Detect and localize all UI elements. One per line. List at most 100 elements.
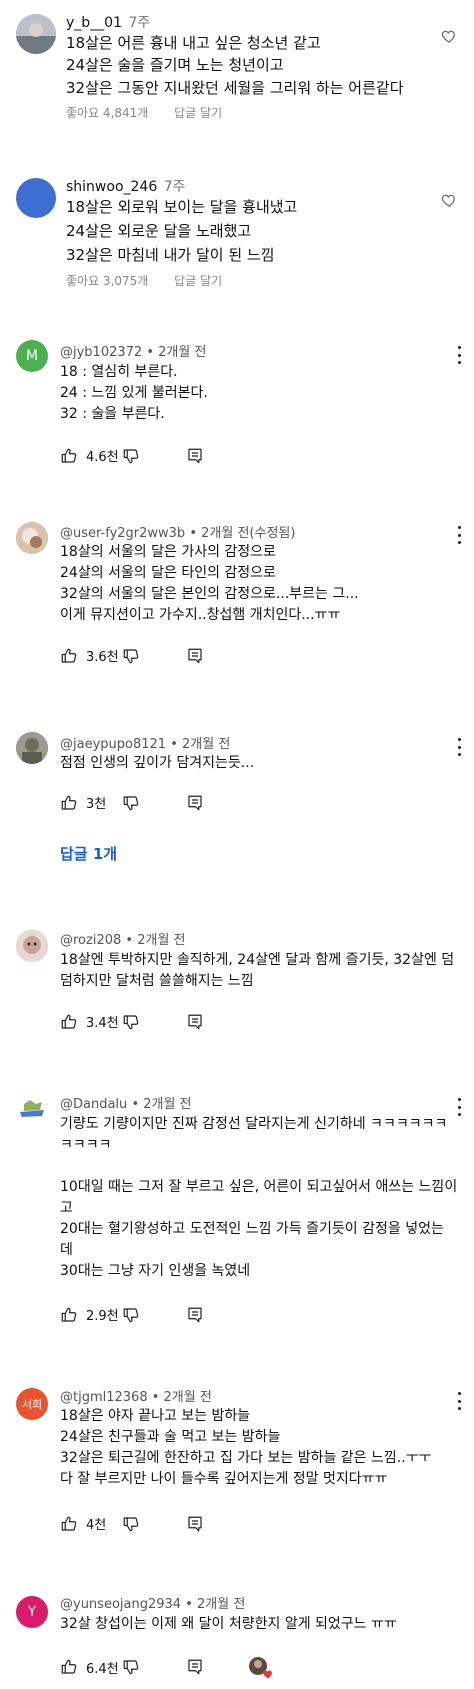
comment-header: @rozi208 • 2개월 전 — [60, 929, 186, 948]
avatar-letter: Y — [27, 1604, 37, 1620]
reply-icon[interactable] — [186, 794, 204, 812]
avatar-photo — [16, 1092, 48, 1124]
heart-icon[interactable] — [441, 28, 457, 44]
thumbs-up-icon[interactable] — [60, 1306, 78, 1324]
avatar[interactable] — [16, 930, 48, 962]
comment-actions: 4천 — [60, 1514, 204, 1533]
comment-handle[interactable]: @rozi208 — [60, 933, 121, 948]
comment-line: 24살은 친구들과 술 먹고 보는 밤하늘 — [60, 1429, 281, 1445]
avatar[interactable] — [16, 178, 56, 218]
comment-handle[interactable]: @jyb102372 — [60, 345, 142, 360]
reply-button[interactable]: 답글 달기 — [174, 106, 222, 120]
comment-line: 10대일 때는 그저 잘 부르고 싶은, 어른이 되고싶어서 애쓰는 느낌이 — [60, 1179, 458, 1195]
thumbs-down-icon[interactable] — [122, 794, 140, 812]
comment-header: @user-fy2gr2ww3b • 2개월 전(수정됨) — [60, 522, 295, 541]
comment-actions: 6.4천 — [60, 1656, 272, 1679]
more-options-icon[interactable] — [456, 346, 462, 364]
more-options-icon[interactable] — [456, 1098, 462, 1116]
comment-line: 24살은 외로운 달을 노래했고 — [66, 222, 252, 240]
comment-actions: 4.6천 — [60, 446, 204, 465]
comment-line: 덤하지만 달처럼 쓸쓸해지는 느낌 — [60, 973, 254, 989]
comment-actions: 2.9천 — [60, 1305, 204, 1324]
reply-icon[interactable] — [186, 647, 204, 665]
comment-line: 32살의 서울의 달은 본인의 감정으로...부르는 그... — [60, 586, 359, 602]
reply-icon[interactable] — [186, 1515, 204, 1533]
comment-handle[interactable]: @user-fy2gr2ww3b — [60, 526, 185, 541]
comment-header: @yunseojang2934 • 2개월 전 — [60, 1593, 245, 1612]
username[interactable]: y_b__01 — [66, 15, 122, 31]
comment-handle[interactable]: @jaeypupo8121 — [60, 737, 166, 752]
view-replies-button[interactable]: 답글 1개 — [60, 843, 117, 864]
comment-time: • 2개월 전(수정됨) — [189, 526, 296, 541]
comment-handle[interactable]: @Dandalu — [60, 1097, 127, 1112]
reply-icon[interactable] — [186, 1658, 204, 1676]
thumbs-down-icon[interactable] — [122, 1306, 140, 1324]
comment-username[interactable]: y_b__01 7주 — [66, 12, 150, 32]
like-count: 3.6천 — [86, 650, 119, 665]
like-count: 3천 — [86, 797, 107, 812]
avatar-letter: 서희 — [21, 1398, 43, 1411]
comment-line: 이게 뮤지션이고 가수지..창섭햄 개치인다...ㅠㅠ — [60, 607, 341, 623]
thumbs-up-icon[interactable] — [60, 1515, 78, 1533]
thumbs-up-icon[interactable] — [60, 647, 78, 665]
thumbs-down-icon[interactable] — [122, 647, 140, 665]
comment-header: @jyb102372 • 2개월 전 — [60, 341, 206, 360]
avatar[interactable]: Y — [16, 1596, 48, 1628]
heart-icon[interactable] — [441, 192, 457, 208]
like-count: 6.4천 — [86, 1661, 119, 1677]
comment-line: 데 — [60, 1242, 73, 1258]
likes-count[interactable]: 좋아요 3,075개 — [66, 274, 148, 288]
more-options-icon[interactable] — [456, 1392, 462, 1410]
comment-actions: 3천 — [60, 793, 204, 812]
avatar[interactable] — [16, 732, 48, 764]
avatar[interactable] — [16, 522, 48, 554]
likes-count[interactable]: 좋아요 4,841개 — [66, 106, 148, 120]
comment-line: 18 : 열심히 부른다. — [60, 364, 178, 380]
avatar-letter: M — [25, 348, 39, 364]
comment-line: 18살은 야자 끝나고 보는 밤하늘 — [60, 1408, 251, 1424]
comment-line: 32살은 마침네 내가 달이 된 느낌 — [66, 246, 275, 264]
heart-icon — [263, 1670, 272, 1679]
thumbs-up-icon[interactable] — [60, 1013, 78, 1031]
thumbs-down-icon[interactable] — [122, 447, 140, 465]
thumbs-down-icon[interactable] — [122, 1515, 140, 1533]
comment-line: 18살엔 투박하지만 솔직하게, 24살엔 달과 함께 즐기듯, 32살엔 덤 — [60, 952, 455, 968]
avatar-photo — [16, 522, 48, 554]
comment-header: @jaeypupo8121 • 2개월 전 — [60, 733, 230, 752]
reply-button[interactable]: 답글 달기 — [174, 274, 222, 288]
comment-time: • 2개월 전 — [185, 1597, 246, 1612]
comment-line: 20대는 혈기왕성하고 도전적인 느낌 가득 즐기듯이 감정을 넣었는 — [60, 1221, 444, 1237]
avatar[interactable]: 서희 — [16, 1388, 48, 1420]
more-options-icon[interactable] — [456, 526, 462, 544]
avatar-photo — [16, 930, 48, 962]
avatar[interactable] — [16, 1092, 48, 1124]
comment-handle[interactable]: @tjgml12368 — [60, 1390, 148, 1405]
thumbs-up-icon[interactable] — [60, 1658, 78, 1676]
comment-username[interactable]: shinwoo_246 7주 — [66, 176, 185, 196]
avatar-photo — [16, 732, 48, 764]
like-count: 3.4천 — [86, 1016, 119, 1031]
comment-time: • 2개월 전 — [146, 345, 207, 360]
comment-line: ㅋㅋㅋㅋ — [60, 1137, 112, 1153]
reply-icon[interactable] — [186, 1013, 204, 1031]
more-options-icon[interactable] — [456, 738, 462, 756]
comment-line: 32 : 술을 부른다. — [60, 406, 165, 422]
thumbs-up-icon[interactable] — [60, 794, 78, 812]
comment-line: 18살의 서울의 달은 가사의 감정으로 — [60, 544, 276, 560]
comment-line: 점점 인생의 깊이가 담겨지는듯... — [60, 755, 255, 771]
reply-icon[interactable] — [186, 1306, 204, 1324]
comment-line: 32살은 퇴근길에 한잔하고 집 가다 보는 밤하늘 같은 느낌..ㅜㅜ — [60, 1450, 432, 1466]
thumbs-down-icon[interactable] — [122, 1658, 140, 1676]
comment-time: 7주 — [128, 15, 151, 31]
comment-handle[interactable]: @yunseojang2934 — [60, 1597, 181, 1612]
avatar-photo — [16, 14, 56, 54]
comment-time: • 2개월 전 — [151, 1390, 212, 1405]
thumbs-up-icon[interactable] — [60, 447, 78, 465]
comment-line: 기량도 기량이지만 진짜 감정선 달라지는게 신기하네 ㅋㅋㅋㅋㅋㅋ — [60, 1116, 448, 1132]
username[interactable]: shinwoo_246 — [66, 179, 157, 195]
thumbs-down-icon[interactable] — [122, 1013, 140, 1031]
avatar[interactable]: M — [16, 340, 48, 372]
avatar[interactable] — [16, 14, 56, 54]
reply-icon[interactable] — [186, 447, 204, 465]
like-count: 2.9천 — [86, 1309, 119, 1324]
